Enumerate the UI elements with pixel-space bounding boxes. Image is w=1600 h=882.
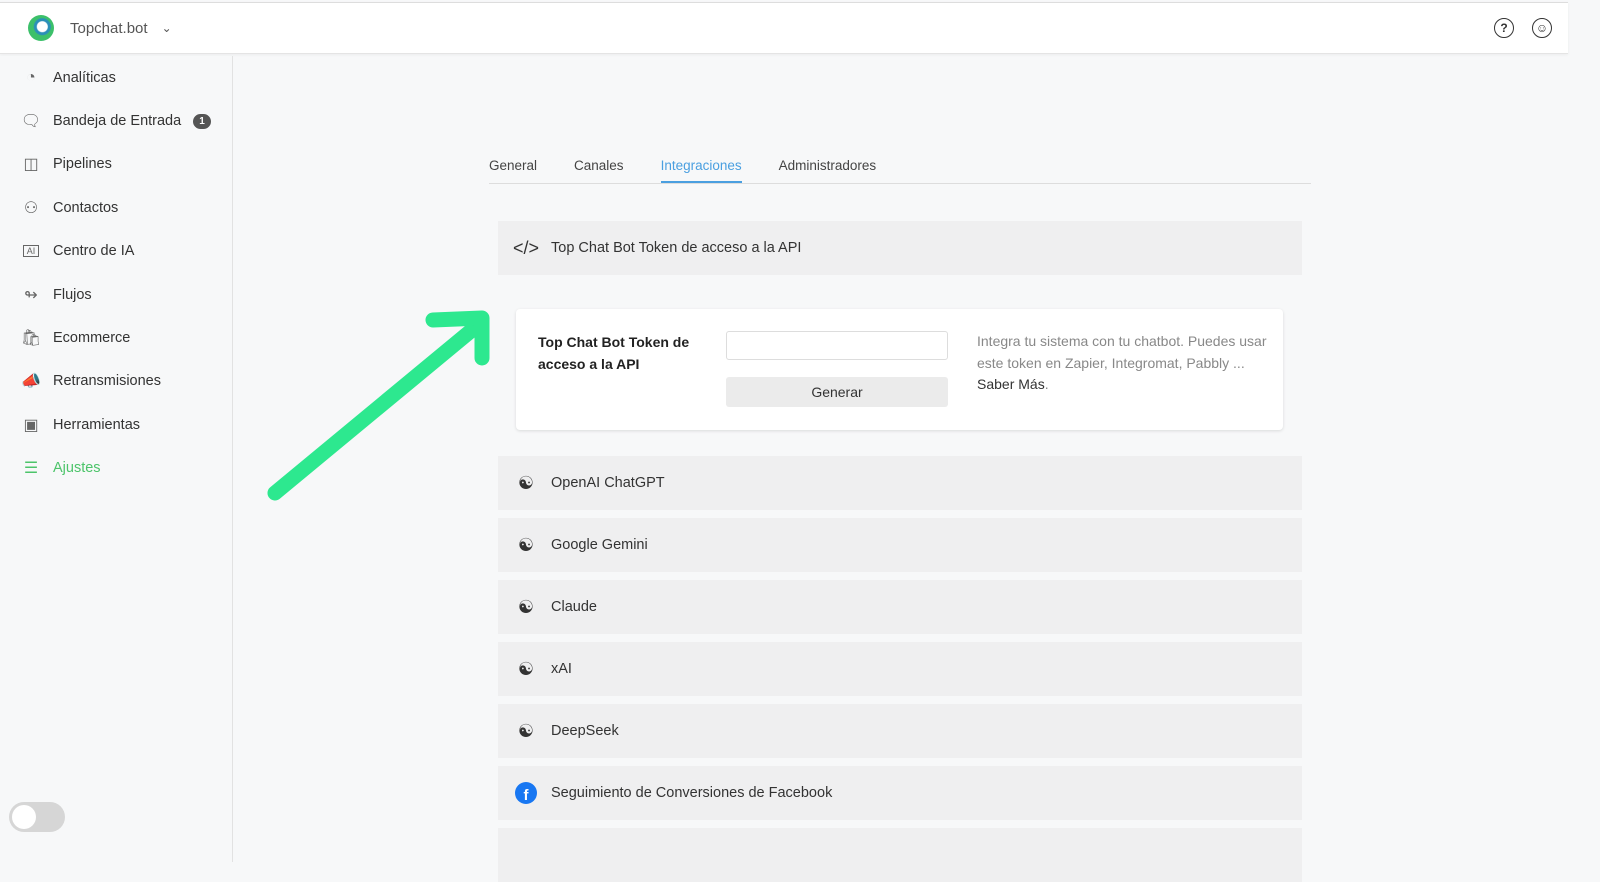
annotation-arrow bbox=[267, 310, 490, 501]
